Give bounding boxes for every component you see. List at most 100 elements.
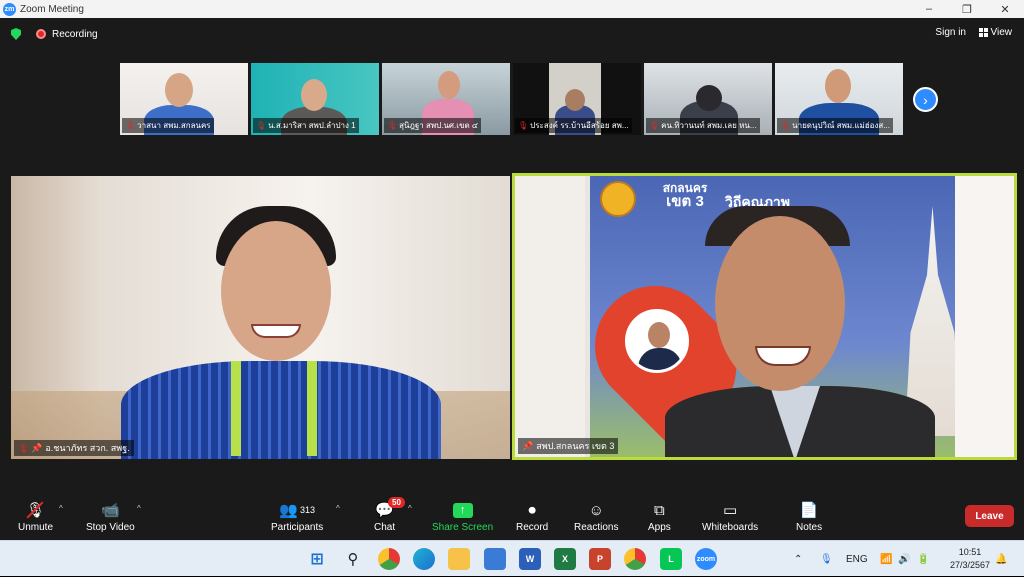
tray-overflow-icon[interactable]: ⌃ xyxy=(794,541,802,577)
participant-face xyxy=(301,79,327,111)
mic-muted-icon: 🎙 xyxy=(125,121,136,130)
view-label: View xyxy=(990,27,1013,38)
search-icon[interactable]: ⚲ xyxy=(342,548,364,570)
zoom-logo-icon: zm xyxy=(3,2,16,16)
share-screen-button[interactable]: ↑ Share Screen xyxy=(432,500,493,533)
next-page-button[interactable]: › xyxy=(913,87,938,112)
chrome-icon[interactable] xyxy=(378,548,400,570)
grid-view-icon xyxy=(978,28,988,37)
view-button[interactable]: View xyxy=(978,27,1013,38)
line-icon[interactable]: L xyxy=(660,548,682,570)
participant-tile[interactable]: 🎙 วาสนา สพม.สกลนคร xyxy=(120,63,248,135)
word-icon[interactable]: W xyxy=(519,548,541,570)
chrome-profile-icon[interactable] xyxy=(624,548,646,570)
participant-figure xyxy=(121,361,441,459)
notes-icon: 📄 xyxy=(799,502,819,519)
reactions-button[interactable]: ☺ Reactions xyxy=(574,500,618,534)
participant-face xyxy=(565,89,585,111)
audio-options-caret-icon[interactable]: ^ xyxy=(59,504,63,513)
participant-tile[interactable]: 🎙 ประสงค์ รร.บ้านอีสร้อย สพ... xyxy=(513,63,641,135)
meeting-toolbar: 🎙 Unmute ^ 📹 Stop Video ^ 👥313 Participa… xyxy=(0,500,1024,540)
chat-unread-badge: 50 xyxy=(388,497,405,508)
video-camera-icon: 📹 xyxy=(101,502,120,519)
clock-date: 27/3/2567 xyxy=(949,560,990,570)
lanyard xyxy=(231,361,241,456)
clock-time: 10:51 xyxy=(958,547,982,557)
participant-face xyxy=(825,69,851,103)
mic-muted-icon: 🎙 xyxy=(18,443,29,453)
background-window xyxy=(955,176,1014,457)
meeting-area: Recording Sign in View 🎙 วาสนา สพม.สกลนคร… xyxy=(0,18,1024,500)
smiley-icon: ☺ xyxy=(588,501,604,519)
recording-indicator[interactable]: Recording xyxy=(36,29,98,40)
participant-face xyxy=(165,73,193,107)
language-indicator[interactable]: ENG xyxy=(846,541,868,577)
participant-face xyxy=(221,221,331,361)
participant-tile[interactable]: 🎙 สุนิฎฐา สพป.นศ.เขต ๔ xyxy=(382,63,510,135)
banner-text: สกลนคร เขต 3 xyxy=(662,181,708,210)
participant-name-tag: 🎙 ประสงค์ รร.บ้านอีสร้อย สพ... xyxy=(515,118,632,133)
sign-in-link[interactable]: Sign in xyxy=(935,27,966,38)
participant-tile[interactable]: 🎙 น.ส.มาริสา สพป.ลำปาง 1 xyxy=(251,63,379,135)
participant-name-tag: 🎙 📌 อ.ชนาภัทร สวก. สพฐ. xyxy=(14,440,134,456)
record-button[interactable]: ⏺ Record xyxy=(516,500,548,534)
meeting-topbar: Recording Sign in View xyxy=(0,18,1024,50)
share-screen-icon: ↑ xyxy=(452,500,473,520)
participant-name-tag: 🎙 น.ส.มาริสา สพป.ลำปาง 1 xyxy=(253,118,359,133)
pin-icon: 📌 xyxy=(522,440,534,451)
whiteboards-button[interactable]: ▭ Whiteboards xyxy=(702,500,758,533)
recording-label: Recording xyxy=(52,28,98,40)
edge-icon[interactable] xyxy=(413,548,435,570)
participant-name-tag: 🎙 วาสนา สพม.สกลนคร xyxy=(122,118,214,133)
window-titlebar: zm Zoom Meeting – ❐ ✕ xyxy=(0,0,1024,18)
record-icon: ⏺ xyxy=(528,501,536,519)
apps-icon: ⧉ xyxy=(654,501,665,519)
wifi-icon[interactable]: 📶 xyxy=(880,541,892,577)
chat-options-caret-icon[interactable]: ^ xyxy=(408,504,412,513)
unmute-button[interactable]: 🎙 Unmute xyxy=(18,500,53,533)
participant-tile[interactable]: 🎙 คน.ทิวานนท์ สพม.เลย หน... xyxy=(644,63,772,135)
chevron-right-icon: › xyxy=(923,91,928,108)
participant-name-tag: 📌 สพป.สกลนคร เขต 3 xyxy=(518,438,619,454)
pin-icon: 📌 xyxy=(31,442,43,453)
participants-button[interactable]: 👥 313 Participants xyxy=(271,500,323,533)
stop-video-button[interactable]: 📹 Stop Video xyxy=(86,500,135,533)
participant-tile[interactable]: 🎙 นายดนุปวิณ์ สพม.แม่ฮ่องส... xyxy=(775,63,903,135)
apps-button[interactable]: ⧉ Apps xyxy=(648,500,671,534)
file-explorer-icon[interactable] xyxy=(448,548,470,570)
notes-button[interactable]: 📄 Notes xyxy=(796,500,822,533)
participants-options-caret-icon[interactable]: ^ xyxy=(336,504,340,513)
maximize-button[interactable]: ❐ xyxy=(948,0,986,18)
participant-strip: 🎙 วาสนา สพม.สกลนคร 🎙 น.ส.มาริสา สพป.ลำปาง … xyxy=(120,63,903,135)
mic-muted-icon: 🎙 xyxy=(780,121,791,130)
participant-face xyxy=(696,85,722,111)
powerpoint-icon[interactable]: P xyxy=(589,548,611,570)
windows-start-icon[interactable]: ⊞ xyxy=(306,548,328,570)
excel-icon[interactable]: X xyxy=(554,548,576,570)
whiteboard-icon: ▭ xyxy=(722,502,738,519)
microphone-icon[interactable]: 🎙 xyxy=(820,541,833,577)
main-video-tile-left[interactable]: 🎙 📌 อ.ชนาภัทร สวก. สพฐ. xyxy=(11,176,510,459)
leave-button[interactable]: Leave xyxy=(965,505,1014,527)
video-options-caret-icon[interactable]: ^ xyxy=(137,504,141,513)
os-taskbar: ⊞ ⚲ W X P L zoom ⌃ 🎙 ENG 📶 🔊 🔋 10:51 27/… xyxy=(0,540,1024,576)
mic-muted-icon: 🎙 xyxy=(649,121,660,130)
notification-bell-icon[interactable]: 🔔 xyxy=(995,541,1007,577)
system-clock[interactable]: 10:51 27/3/2567 xyxy=(950,546,990,572)
participant-name-tag: 🎙 นายดนุปวิณ์ สพม.แม่ฮ่องส... xyxy=(777,118,893,133)
main-video-tile-right[interactable]: สกลนคร เขต 3 วิถีคุณภาพ 📌 สพป.สกลนคร เขต … xyxy=(512,173,1017,460)
close-button[interactable]: ✕ xyxy=(986,0,1024,18)
zoom-app-icon[interactable]: zoom xyxy=(695,548,717,570)
photos-icon[interactable] xyxy=(484,548,506,570)
mic-muted-icon: 🎙 xyxy=(256,121,267,130)
minimize-button[interactable]: – xyxy=(910,0,948,18)
battery-icon[interactable]: 🔋 xyxy=(917,541,929,577)
background-curtain xyxy=(515,176,585,457)
participant-smile xyxy=(251,324,301,338)
lanyard xyxy=(307,361,317,456)
participants-icon: 👥 313 xyxy=(279,502,315,519)
emblem-icon xyxy=(600,181,636,217)
participant-name-tag: 🎙 สุนิฎฐา สพป.นศ.เขต ๔ xyxy=(384,118,481,133)
security-shield-icon[interactable] xyxy=(11,28,21,40)
volume-icon[interactable]: 🔊 xyxy=(898,541,910,577)
